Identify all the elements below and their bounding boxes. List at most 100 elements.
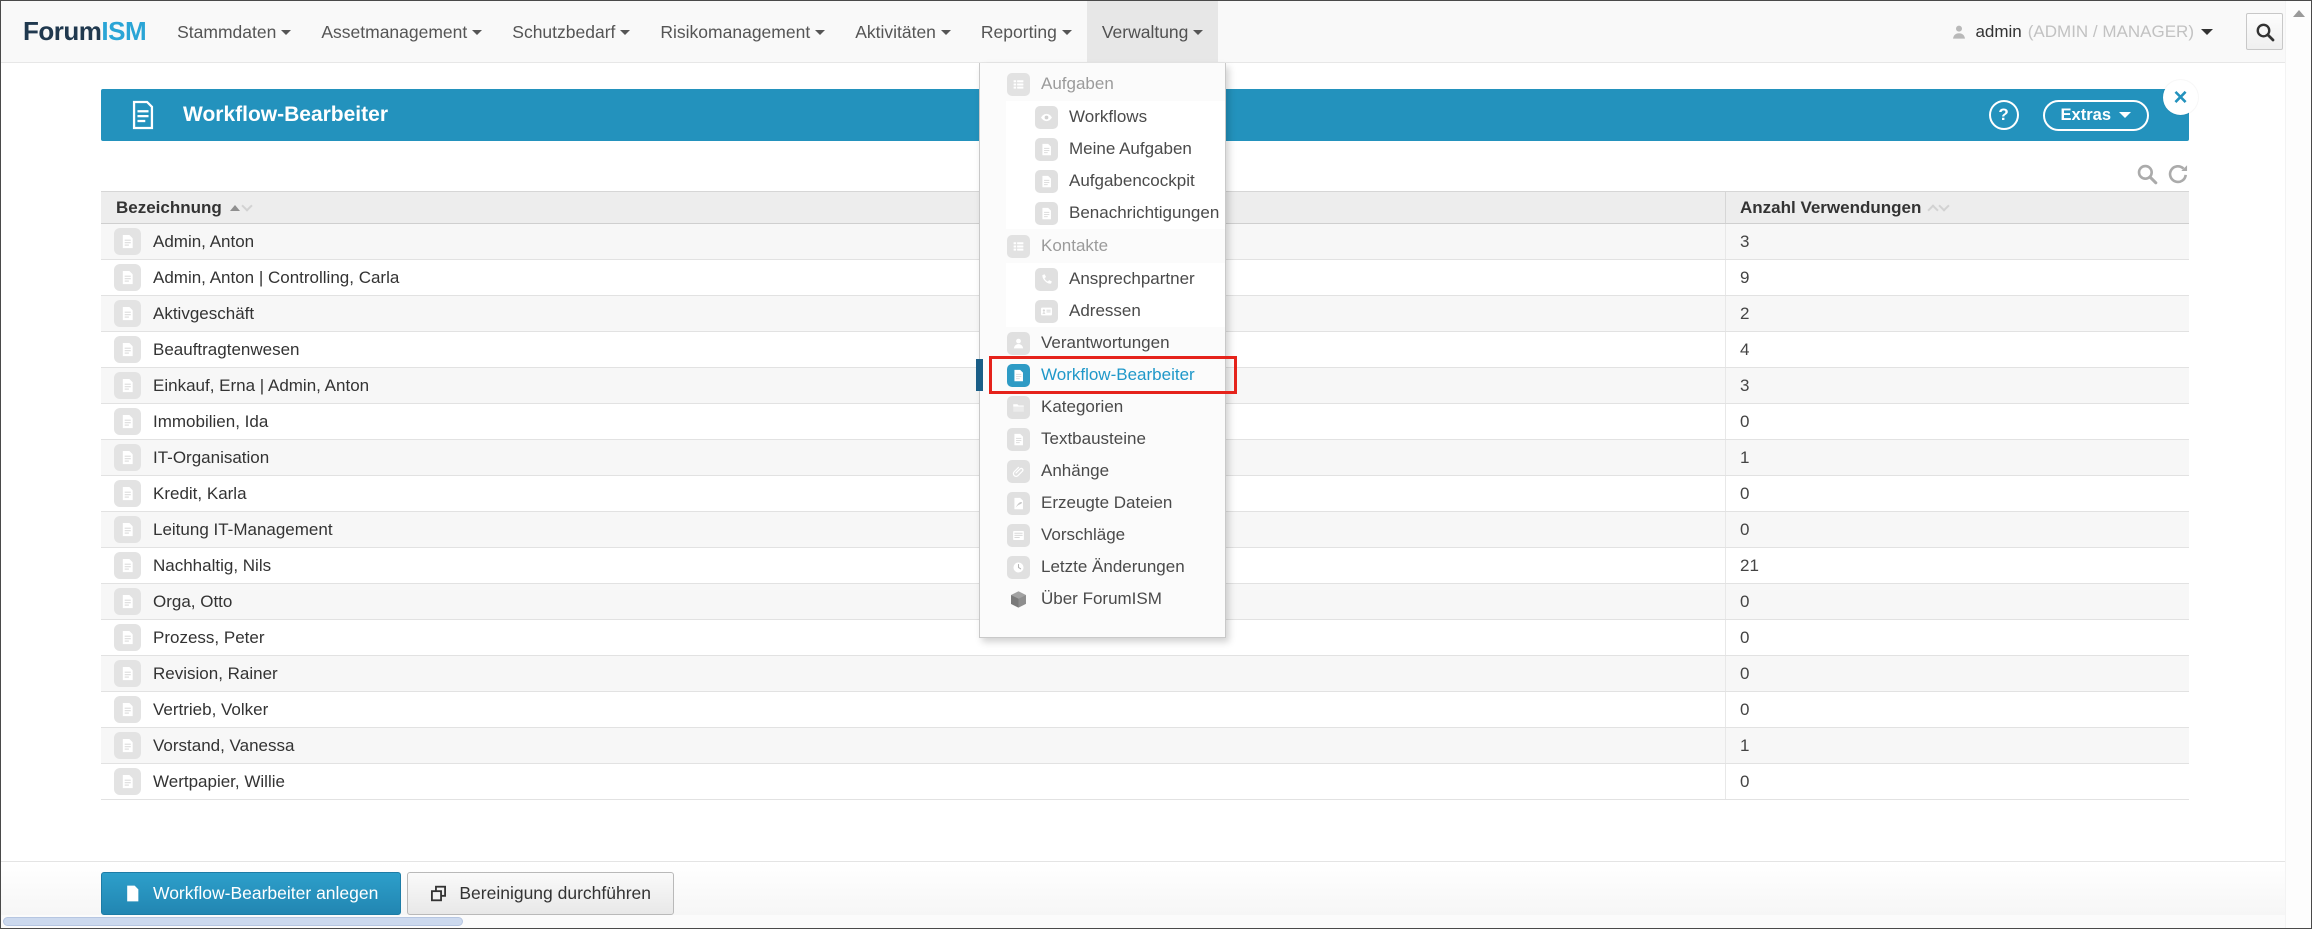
global-search-button[interactable] (2246, 13, 2283, 50)
chevron-down-icon (815, 30, 825, 35)
menu-item-label: Textbausteine (1041, 429, 1146, 449)
user-name: admin (1975, 22, 2021, 42)
main-menu-item[interactable]: Assetmanagement (306, 1, 497, 63)
dropdown-menu-item[interactable]: Meine Aufgaben (1006, 133, 1225, 165)
user-roles: (ADMIN / MANAGER) (2028, 22, 2194, 42)
row-usage-count: 0 (1725, 404, 2189, 439)
column-header-bezeichnung[interactable]: Bezeichnung (101, 192, 1725, 223)
extras-button[interactable]: Extras (2043, 100, 2149, 131)
dropdown-menu-item[interactable]: Workflows (1006, 101, 1225, 133)
row-usage-count: 3 (1725, 224, 2189, 259)
create-workflow-editor-button[interactable]: Workflow-Bearbeiter anlegen (101, 872, 401, 915)
top-navbar: ForumISM Stammdaten Assetmanagement Schu… (1, 1, 2286, 63)
main-menu-item[interactable]: Verwaltung (1087, 1, 1219, 63)
row-name-cell: Immobilien, Ida (101, 404, 1725, 439)
dropdown-menu-item[interactable]: Anhänge (980, 455, 1225, 487)
menu-item-label: Benachrichtigungen (1069, 203, 1219, 223)
sort-indicator (1929, 201, 1948, 214)
row-name: Einkauf, Erna | Admin, Anton (153, 376, 369, 396)
app-logo[interactable]: ForumISM (23, 16, 146, 47)
main-menu-item-label: Schutzbedarf (512, 22, 615, 42)
document-icon (130, 100, 156, 130)
search-icon[interactable] (2136, 163, 2158, 185)
document-tile-icon (114, 228, 141, 255)
main-menu-item[interactable]: Reporting (966, 1, 1087, 63)
scroll-up-arrow-icon[interactable] (2293, 10, 2305, 17)
footer-buttons: Workflow-Bearbeiter anlegen Bereinigung … (101, 872, 674, 915)
dropdown-menu-item[interactable]: Adressen (1006, 295, 1225, 327)
menu-item-icon (1007, 428, 1030, 451)
dropdown-menu-item[interactable]: Kategorien (980, 391, 1225, 423)
chevron-down-icon (2201, 29, 2213, 35)
chevron-down-icon (472, 30, 482, 35)
menu-item-label: Workflow-Bearbeiter (1041, 365, 1195, 385)
row-name-cell: Admin, Anton (101, 224, 1725, 259)
help-button[interactable]: ? (1989, 100, 2019, 130)
dropdown-menu-item[interactable]: Kontakte (980, 229, 1225, 263)
dropdown-menu-item[interactable]: Erzeugte Dateien (980, 487, 1225, 519)
document-tile-icon (114, 552, 141, 579)
row-name: Aktivgeschäft (153, 304, 254, 324)
menu-item-icon (1035, 106, 1058, 129)
horizontal-scrollbar[interactable] (1, 915, 2286, 928)
chevron-down-icon (941, 30, 951, 35)
document-tile-icon (114, 768, 141, 795)
main-menu-item[interactable]: Schutzbedarf (497, 1, 645, 63)
row-usage-count: 9 (1725, 260, 2189, 295)
close-button[interactable]: × (2163, 80, 2198, 115)
file-icon (124, 885, 141, 902)
vertical-scrollbar[interactable] (2285, 1, 2311, 928)
row-usage-count: 0 (1725, 620, 2189, 655)
user-menu[interactable]: admin (ADMIN / MANAGER) (1951, 22, 2213, 42)
dropdown-menu-item[interactable]: Workflow-Bearbeiter (980, 359, 1225, 391)
sort-asc-icon (230, 205, 240, 211)
row-name: Admin, Anton (153, 232, 254, 252)
table-row[interactable]: Vertrieb, Volker 0 (101, 692, 2189, 728)
dropdown-menu-item[interactable]: Benachrichtigungen (1006, 197, 1225, 229)
document-tile-icon (114, 300, 141, 327)
table-row[interactable]: Revision, Rainer 0 (101, 656, 2189, 692)
column-header-label: Anzahl Verwendungen (1740, 198, 1921, 218)
dropdown-menu-item[interactable]: Aufgaben (980, 67, 1225, 101)
main-menu-item[interactable]: Stammdaten (162, 1, 306, 63)
refresh-icon[interactable] (2167, 163, 2189, 185)
close-icon: × (2173, 84, 2187, 112)
row-name: Beauftragtenwesen (153, 340, 300, 360)
menu-item-icon (1035, 170, 1058, 193)
dropdown-menu-item[interactable]: Letzte Änderungen (980, 551, 1225, 583)
cleanup-button[interactable]: Bereinigung durchführen (407, 872, 674, 915)
dropdown-menu-item[interactable]: Vorschläge (980, 519, 1225, 551)
row-name: IT-Organisation (153, 448, 269, 468)
dropdown-menu-item[interactable]: Verantwortungen (980, 327, 1225, 359)
menu-item-icon (1035, 268, 1058, 291)
row-name: Revision, Rainer (153, 664, 278, 684)
row-name-cell: Orga, Otto (101, 584, 1725, 619)
dropdown-menu-item[interactable]: Über ForumISM (980, 583, 1225, 615)
menu-item-label: Kategorien (1041, 397, 1123, 417)
sort-down-icon (1939, 200, 1950, 211)
menu-item-label: Kontakte (1041, 236, 1108, 256)
footer-bar: Workflow-Bearbeiter anlegen Bereinigung … (1, 861, 2286, 916)
menu-item-icon (1007, 364, 1030, 387)
row-name: Kredit, Karla (153, 484, 247, 504)
row-name-cell: Wertpapier, Willie (101, 764, 1725, 799)
table-row[interactable]: Wertpapier, Willie 0 (101, 764, 2189, 800)
row-usage-count: 4 (1725, 332, 2189, 367)
menu-item-label: Aufgabencockpit (1069, 171, 1195, 191)
document-tile-icon (114, 516, 141, 543)
menu-item-label: Workflows (1069, 107, 1147, 127)
main-menu-item[interactable]: Risikomanagement (645, 1, 840, 63)
row-name-cell: IT-Organisation (101, 440, 1725, 475)
row-name: Leitung IT-Management (153, 520, 333, 540)
row-name-cell: Leitung IT-Management (101, 512, 1725, 547)
table-row[interactable]: Vorstand, Vanessa 1 (101, 728, 2189, 764)
main-menu-item[interactable]: Aktivitäten (840, 1, 966, 63)
dropdown-menu-item[interactable]: Ansprechpartner (1006, 263, 1225, 295)
document-tile-icon (114, 660, 141, 687)
row-name-cell: Kredit, Karla (101, 476, 1725, 511)
dropdown-menu-item[interactable]: Aufgabencockpit (1006, 165, 1225, 197)
main-menu-item-label: Reporting (981, 22, 1057, 42)
horizontal-scrollbar-thumb[interactable] (3, 917, 463, 926)
dropdown-menu-item[interactable]: Textbausteine (980, 423, 1225, 455)
column-header-anzahl-verwendungen[interactable]: Anzahl Verwendungen (1725, 192, 2189, 223)
